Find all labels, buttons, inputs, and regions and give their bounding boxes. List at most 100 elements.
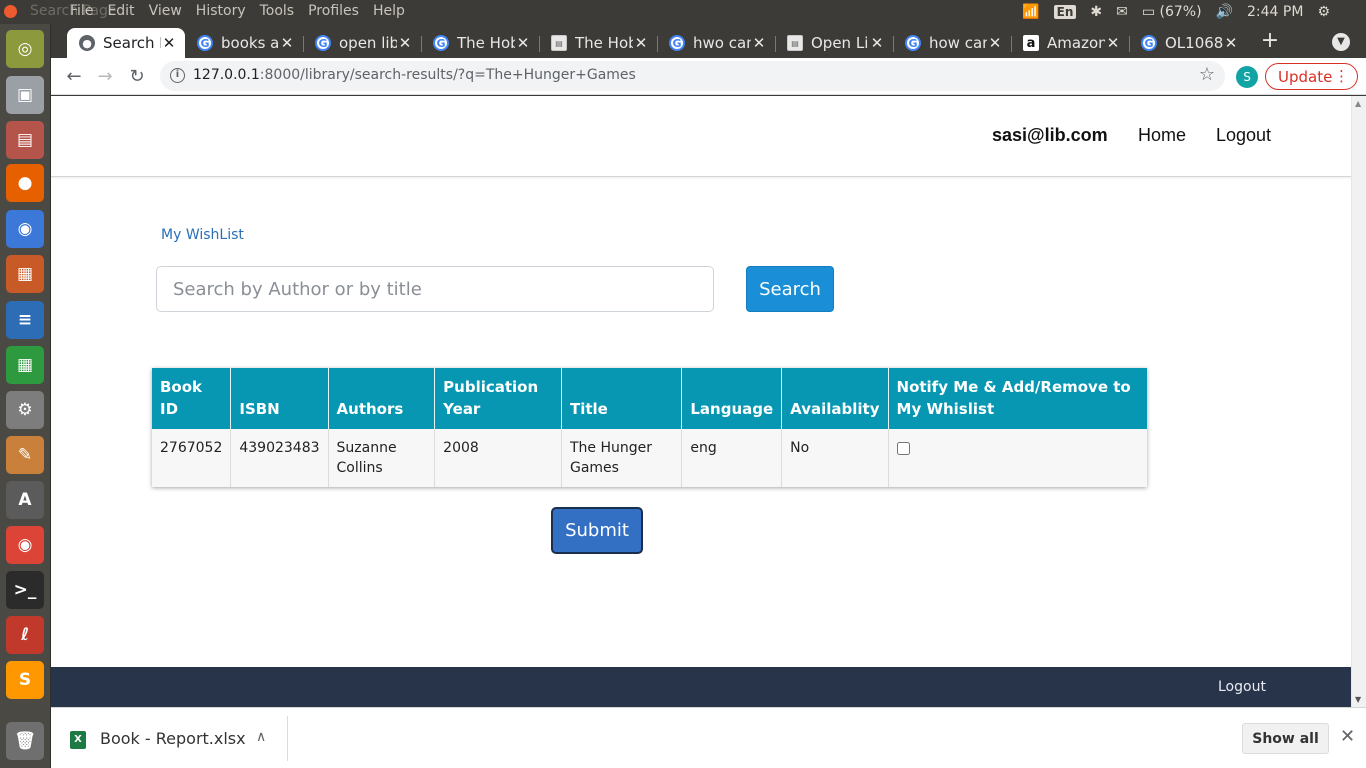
terminal-icon[interactable]: >_ xyxy=(6,571,44,609)
menu-edit[interactable]: Edit xyxy=(107,3,134,19)
search-button[interactable]: Search xyxy=(746,266,834,312)
new-tab-plus-icon[interactable]: + xyxy=(1257,30,1283,54)
browser-tab-strip: ● Search Page ✕ G books a ✕ G open lib ✕… xyxy=(51,24,1366,58)
firefox-icon[interactable]: ● xyxy=(6,164,44,202)
close-tab-icon[interactable]: ✕ xyxy=(279,34,295,52)
tab-the-hobbit-page[interactable]: ▤ The Hob ✕ xyxy=(539,28,657,58)
close-tab-icon[interactable]: ✕ xyxy=(1105,34,1121,52)
text-editor-icon[interactable]: ✎ xyxy=(6,436,44,474)
cell-title: The Hunger Games xyxy=(561,429,683,487)
trash-icon[interactable]: 🗑 xyxy=(6,722,44,760)
menu-help[interactable]: Help xyxy=(373,3,405,19)
back-arrow-icon[interactable]: ← xyxy=(61,64,87,90)
keyboard-layout-indicator[interactable]: En xyxy=(1053,5,1077,19)
site-info-icon[interactable]: i xyxy=(170,68,185,83)
divider xyxy=(287,716,288,761)
close-download-shelf-icon[interactable]: ✕ xyxy=(1340,726,1355,747)
close-tab-icon[interactable]: ✕ xyxy=(987,34,1003,52)
tab-the-hobbit-search[interactable]: G The Hob ✕ xyxy=(421,28,539,58)
site-footer: Logout xyxy=(51,667,1351,707)
close-tab-icon[interactable]: ✕ xyxy=(1223,34,1239,52)
close-tab-icon[interactable]: ✕ xyxy=(869,34,885,52)
user-email: sasi@lib.com xyxy=(992,125,1108,145)
cell-authors: Suzanne Collins xyxy=(328,429,436,487)
update-button[interactable]: Update ⋮ xyxy=(1265,63,1358,90)
battery-indicator[interactable]: ▭ (67%) xyxy=(1142,4,1202,20)
search-input[interactable] xyxy=(156,266,714,312)
globe-icon: ● xyxy=(79,35,95,51)
chromium-icon[interactable]: ◉ xyxy=(6,210,44,248)
tab-books[interactable]: G books a ✕ xyxy=(185,28,303,58)
url-host: 127.0.0.1 xyxy=(193,67,260,83)
close-tab-icon[interactable]: ✕ xyxy=(161,34,177,52)
menu-history[interactable]: History xyxy=(196,3,246,19)
sublime-text-icon[interactable]: S xyxy=(6,661,44,699)
nav-home-link[interactable]: Home xyxy=(1138,125,1186,146)
document-viewer-icon[interactable]: ℓ xyxy=(6,616,44,654)
cell-language: eng xyxy=(681,429,783,487)
notify-wishlist-checkbox[interactable] xyxy=(896,442,910,455)
document-icon: ▤ xyxy=(551,35,567,51)
show-all-downloads-button[interactable]: Show all xyxy=(1242,723,1329,754)
download-file-name[interactable]: Book - Report.xlsx xyxy=(100,729,246,748)
reload-icon[interactable]: ↻ xyxy=(124,64,150,90)
forward-arrow-icon[interactable]: → xyxy=(92,64,118,90)
tab-open-library-page[interactable]: ▤ Open Li ✕ xyxy=(775,28,893,58)
clock[interactable]: 2:44 PM xyxy=(1247,4,1303,20)
column-header-isbn: ISBN xyxy=(230,368,329,429)
scroll-down-arrow-icon[interactable]: ▼ xyxy=(1355,695,1361,704)
tab-search-page[interactable]: ● Search Page ✕ xyxy=(67,28,185,58)
menu-profiles[interactable]: Profiles xyxy=(308,3,359,19)
tab-open-library-search[interactable]: G open lib ✕ xyxy=(303,28,421,58)
bluetooth-icon[interactable]: ✱ xyxy=(1090,4,1102,20)
tab-ol1068[interactable]: G OL1068 ✕ xyxy=(1129,28,1247,58)
tab-search-chevron-icon[interactable]: ▼ xyxy=(1332,33,1350,51)
tab-label: The Hob xyxy=(457,34,515,52)
power-gear-icon[interactable]: ⚙ xyxy=(1317,4,1330,20)
system-settings-icon[interactable]: ⚙ xyxy=(6,391,44,429)
google-icon: G xyxy=(1141,35,1157,51)
footer-logout-link[interactable]: Logout xyxy=(1218,679,1266,695)
software-updater-icon[interactable]: A xyxy=(6,481,44,519)
excel-file-icon: X xyxy=(70,731,86,749)
close-tab-icon[interactable]: ✕ xyxy=(751,34,767,52)
scroll-up-arrow-icon[interactable]: ▲ xyxy=(1355,99,1361,108)
libreoffice-calc-icon[interactable]: ▦ xyxy=(6,346,44,384)
column-header-notify-wishlist: Notify Me & Add/Remove to My Whislist xyxy=(888,368,1147,429)
tab-label: open lib xyxy=(339,34,397,52)
menu-view[interactable]: View xyxy=(149,3,182,19)
more-vertical-icon[interactable]: ⋮ xyxy=(1334,67,1349,85)
battery-icon: ▭ xyxy=(1141,4,1156,20)
google-icon: G xyxy=(315,35,331,51)
url-text[interactable]: 127.0.0.1:8000/library/search-results/?q… xyxy=(193,67,636,83)
close-window-icon[interactable] xyxy=(4,5,17,18)
menu-tools[interactable]: Tools xyxy=(260,3,295,19)
submit-button[interactable]: Submit xyxy=(551,507,643,554)
google-chrome-icon[interactable]: ◉ xyxy=(6,526,44,564)
files-icon[interactable]: ▤ xyxy=(6,121,44,159)
tab-amazon[interactable]: a Amazon ✕ xyxy=(1011,28,1129,58)
tab-how-can[interactable]: G how can ✕ xyxy=(893,28,1011,58)
tab-hwo-can[interactable]: G hwo can ✕ xyxy=(657,28,775,58)
cell-isbn: 439023483 xyxy=(230,429,329,487)
mail-icon[interactable]: ✉ xyxy=(1116,4,1128,20)
address-bar[interactable]: i 127.0.0.1:8000/library/search-results/… xyxy=(160,61,1225,91)
volume-icon[interactable]: 🔊 xyxy=(1216,4,1233,20)
window-controls[interactable] xyxy=(4,5,17,18)
chevron-up-icon[interactable]: ∧ xyxy=(256,729,266,745)
profile-avatar[interactable]: S xyxy=(1236,66,1258,88)
nav-logout-link[interactable]: Logout xyxy=(1216,125,1271,146)
wifi-icon[interactable]: 📶 xyxy=(1022,4,1039,20)
page-scrollbar[interactable]: ▲ ▼ xyxy=(1351,96,1366,707)
archive-manager-icon[interactable]: ▣ xyxy=(6,76,44,114)
libreoffice-impress-icon[interactable]: ▦ xyxy=(6,255,44,293)
menu-file[interactable]: File xyxy=(70,3,93,19)
libreoffice-writer-icon[interactable]: ≡ xyxy=(6,301,44,339)
tab-label: Open Li xyxy=(811,34,869,52)
bookmark-star-icon[interactable]: ☆ xyxy=(1199,64,1215,85)
close-tab-icon[interactable]: ✕ xyxy=(633,34,649,52)
close-tab-icon[interactable]: ✕ xyxy=(397,34,413,52)
close-tab-icon[interactable]: ✕ xyxy=(515,34,531,52)
ubuntu-dash-icon[interactable]: ◎ xyxy=(6,30,44,68)
my-wishlist-link[interactable]: My WishList xyxy=(161,227,244,243)
